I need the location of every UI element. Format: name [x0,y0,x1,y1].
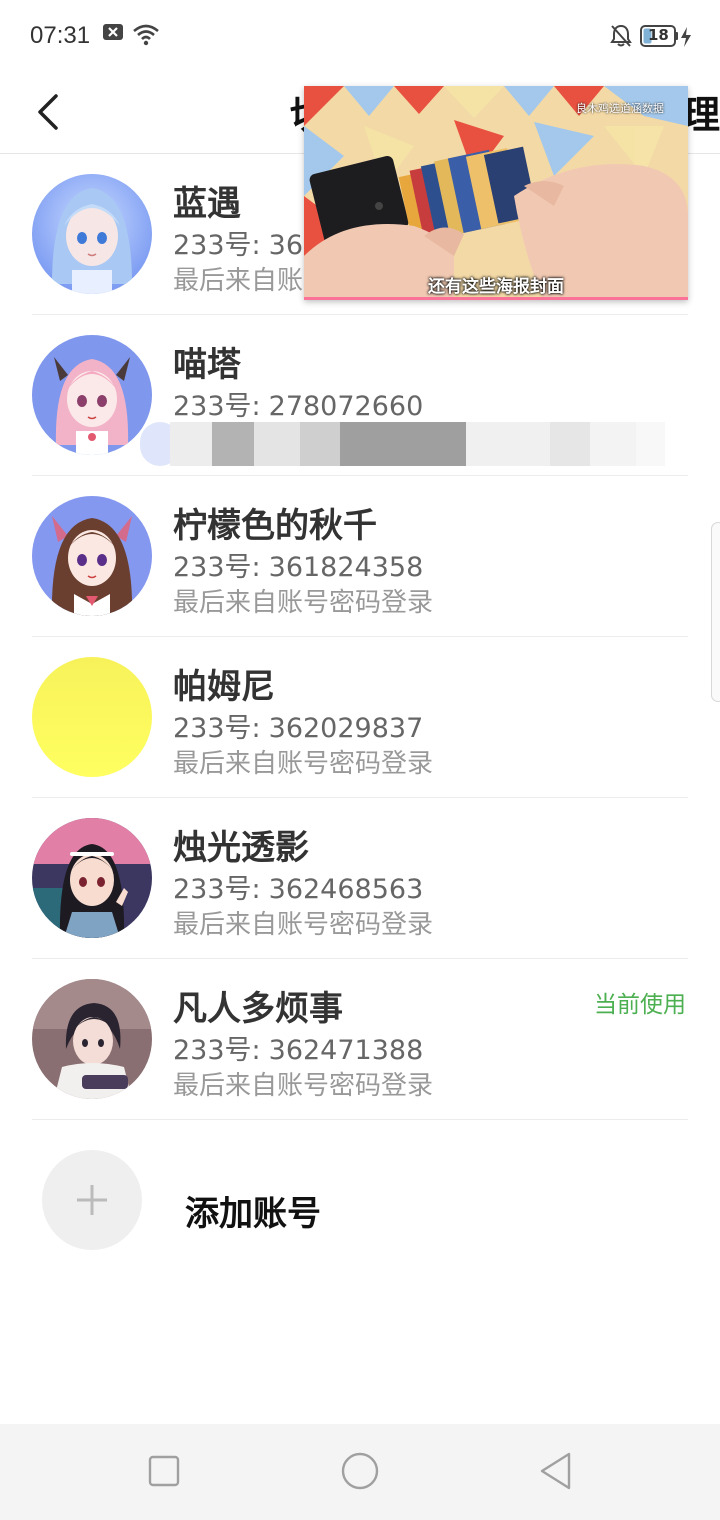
home-icon [332,1452,388,1502]
charging-bolt-icon [680,26,692,52]
account-login-method: 最后来自账 [173,266,304,296]
bell-off-icon [610,24,632,52]
account-name: 凡人多烦事 [173,989,343,1029]
pip-channel-watermark: 良木鸡选道涵数据 [576,102,664,115]
account-login-method: 最后来自账号密码登录 [173,1071,434,1101]
current-account-badge: 当前使用 [594,992,686,1018]
account-id: 233号: 362 [173,230,321,261]
add-account-button[interactable]: 添加账号 [0,1130,720,1270]
avatar [32,174,152,294]
account-id: 233号: 361824358 [173,552,424,583]
account-name: 烛光透影 [173,828,309,868]
back-button[interactable] [28,82,68,142]
home-button[interactable] [332,1446,388,1498]
wifi-icon [132,24,160,50]
account-login-method: 最后来自账号密码登录 [173,588,434,618]
avatar [32,496,152,616]
account-id: 233号: 278072660 [173,391,424,422]
pip-progress-bar [304,297,688,300]
account-login-method: 最后来自账号密码登录 [173,910,434,940]
status-bar: 07:31 18 [0,0,720,72]
back-triangle-icon [528,1452,584,1502]
avatar [32,818,152,938]
add-account-circle [42,1150,142,1250]
nav-back-button[interactable] [528,1446,584,1498]
plus-icon [75,1183,109,1221]
avatar [32,657,152,777]
redacted-area [140,422,665,466]
account-id: 233号: 362471388 [173,1035,424,1066]
side-panel-handle[interactable] [711,522,720,702]
account-name: 帕姆尼 [173,667,275,707]
avatar [32,335,152,455]
avatar [32,979,152,1099]
chevron-left-icon [28,94,68,146]
account-row[interactable]: 烛光透影 233号: 362468563 最后来自账号密码登录 [0,798,720,959]
account-row[interactable]: 凡人多烦事 233号: 362471388 最后来自账号密码登录 当前使用 [0,959,720,1120]
video-frame [304,86,688,300]
status-time: 07:31 [30,22,91,49]
account-name: 蓝遇 [173,184,241,224]
close-box-icon [102,22,124,46]
add-account-label: 添加账号 [185,1194,321,1234]
account-login-method: 最后来自账号密码登录 [173,749,434,779]
system-nav-bar [0,1424,720,1520]
recent-apps-icon [136,1455,192,1502]
recent-apps-button[interactable] [136,1446,192,1498]
account-name: 喵塔 [173,345,241,385]
account-id: 233号: 362029837 [173,713,424,744]
account-row[interactable]: 帕姆尼 233号: 362029837 最后来自账号密码登录 [0,637,720,798]
account-row[interactable]: 柠檬色的秋千 233号: 361824358 最后来自账号密码登录 [0,476,720,637]
pip-video-player[interactable]: 良木鸡选道涵数据 还有这些海报封面 [304,86,688,300]
battery-level: 18 [648,26,669,44]
account-id: 233号: 362468563 [173,874,424,905]
pip-subtitle: 还有这些海报封面 [428,277,564,297]
account-name: 柠檬色的秋千 [173,506,377,546]
